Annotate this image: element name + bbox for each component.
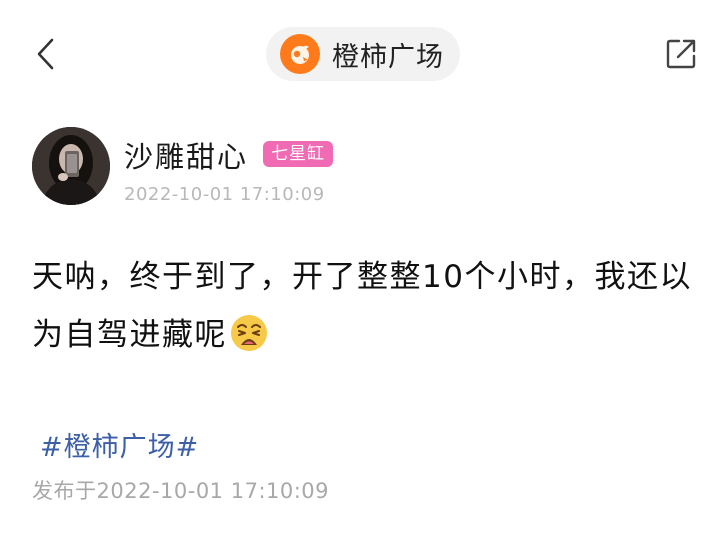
topic-pill[interactable]: 橙柿广场 <box>266 27 460 81</box>
topic-title: 橙柿广场 <box>332 41 444 73</box>
post-content: 天呐，终于到了，开了整整10个小时，我还以为自驾进藏呢 <box>32 248 702 372</box>
level-badge: 七星缸 <box>263 141 333 167</box>
post-body-text: 天呐，终于到了，开了整整10个小时，我还以为自驾进藏呢 <box>32 259 692 353</box>
publish-info: 发布于2022-10-01 17:10:09 <box>32 479 330 503</box>
topic-hashtag-link[interactable]: #橙柿广场# <box>40 425 199 464</box>
share-button[interactable] <box>662 35 700 73</box>
share-external-icon <box>666 39 696 69</box>
chevron-left-icon <box>37 38 54 70</box>
topic-logo-icon <box>280 34 320 74</box>
post-timestamp: 2022-10-01 17:10:09 <box>124 184 325 205</box>
top-bar: 橙柿广场 <box>0 0 720 105</box>
author-name[interactable]: 沙雕甜心 <box>124 134 248 176</box>
back-button[interactable] <box>26 34 66 74</box>
author-avatar[interactable] <box>32 127 110 205</box>
weary-face-emoji-icon <box>229 313 269 372</box>
